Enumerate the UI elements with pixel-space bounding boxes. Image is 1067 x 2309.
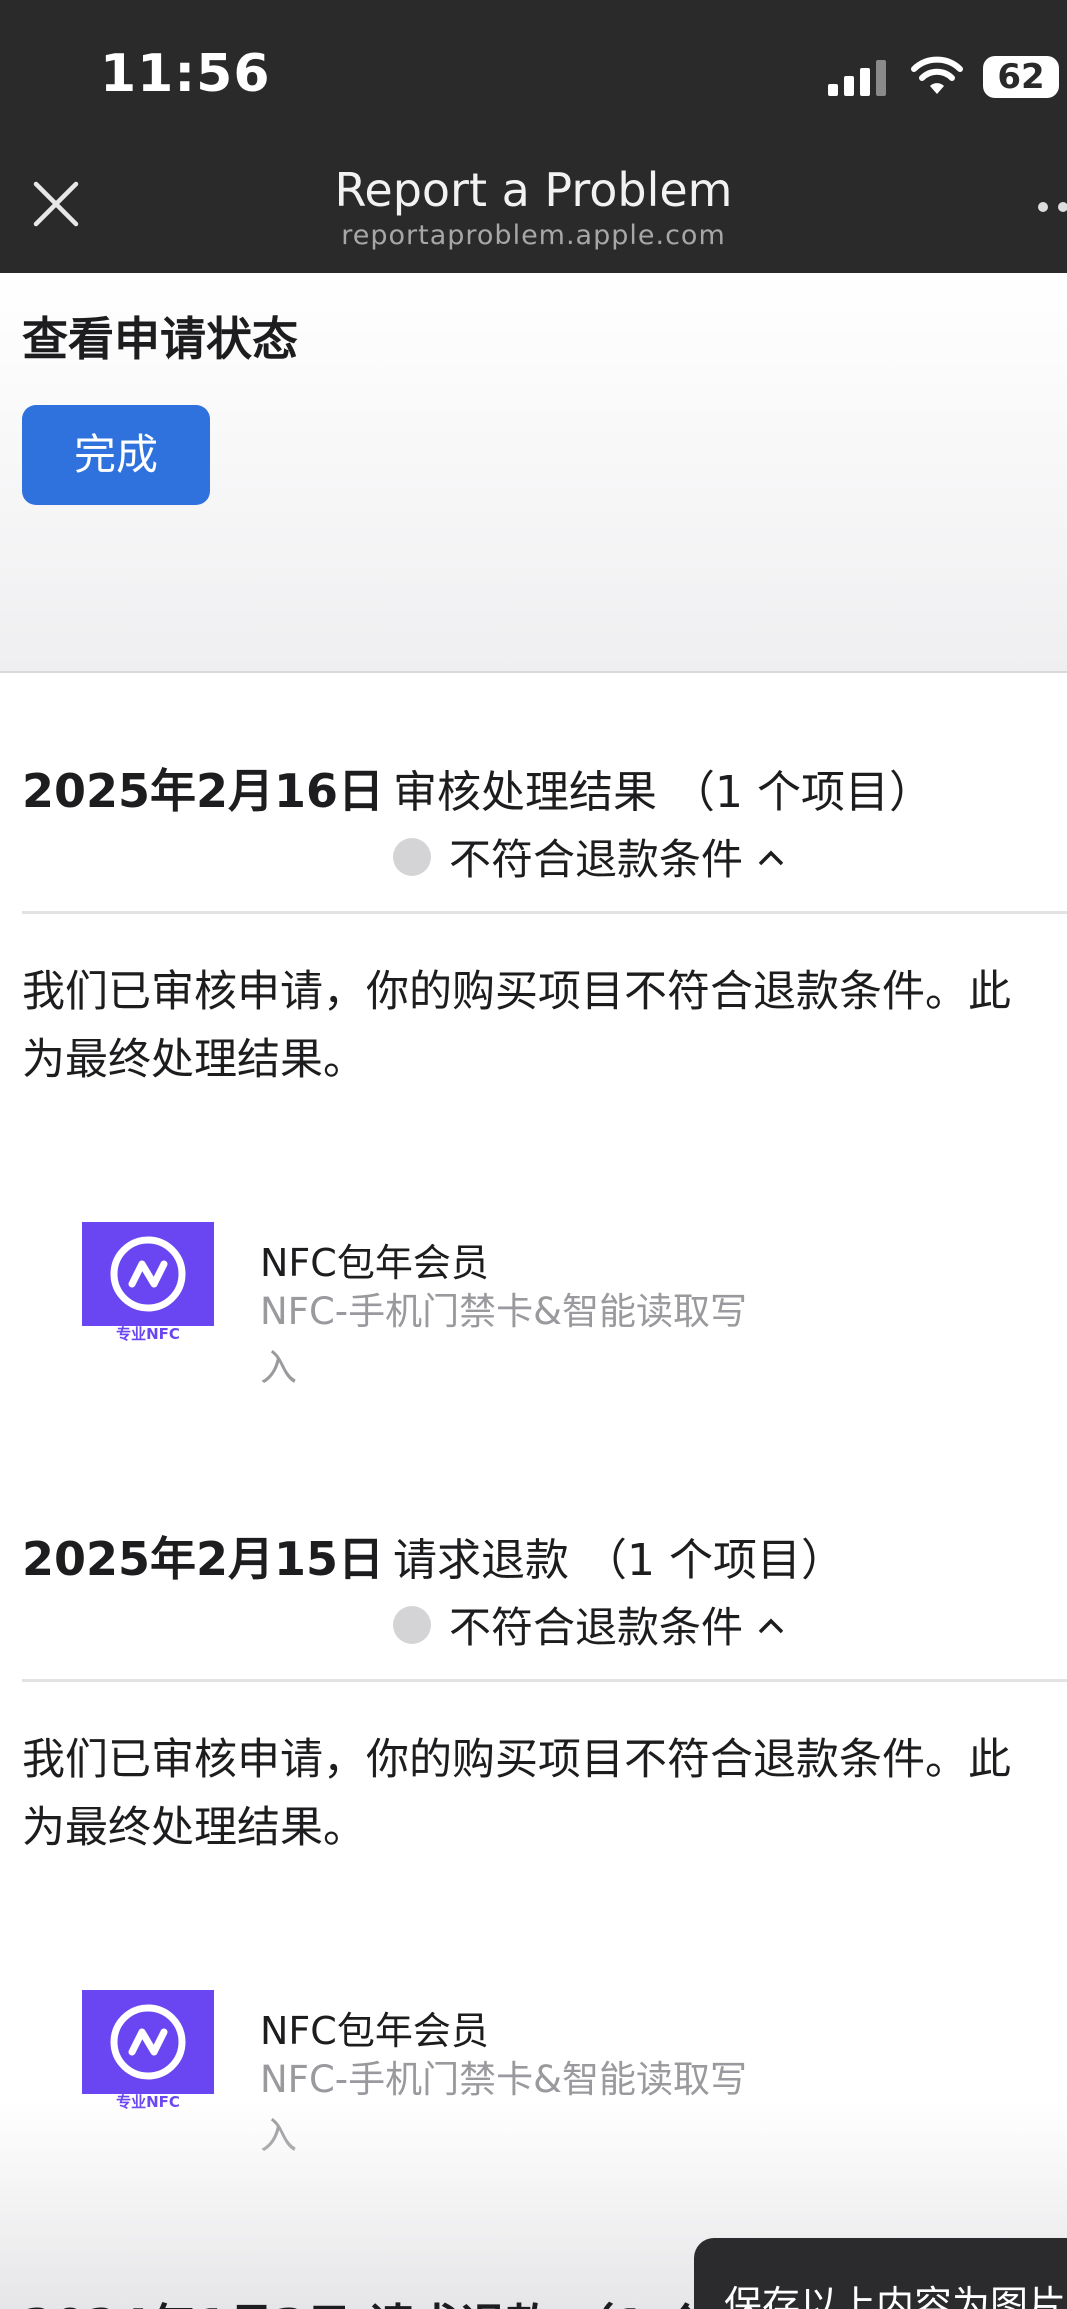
status-label: 不符合退款条件 xyxy=(449,835,744,884)
view-status-title: 查看申请状态 xyxy=(22,312,298,366)
chevron-up-icon xyxy=(758,1618,784,1633)
record-date: 2025年2月16日 xyxy=(22,764,385,818)
item-name: NFC包年会员 xyxy=(260,1241,489,1285)
item-description: NFC-手机门禁卡&智能读取写 xyxy=(260,1290,747,1333)
partial-record-heading: 2024年1月3日 请求退款 （1 个 xyxy=(22,2290,708,2309)
record-date: 2025年2月15日 xyxy=(22,1532,385,1586)
page-title-bar: Report a Problem xyxy=(334,163,733,217)
status-label: 不符合退款条件 xyxy=(449,1603,744,1652)
nfc-app-icon[interactable]: 专业NFC xyxy=(82,1990,214,2110)
item-name: NFC包年会员 xyxy=(260,2009,489,2053)
status-dot-icon xyxy=(393,837,431,876)
wifi-icon xyxy=(911,56,963,94)
divider xyxy=(22,1679,1067,1682)
battery-indicator: 62 xyxy=(983,56,1059,98)
icon-label: 专业NFC xyxy=(116,1325,180,1342)
record-message-line: 我们已审核申请，你的购买项目不符合退款条件。此 xyxy=(22,1735,1011,1785)
record-message-line: 为最终处理结果。 xyxy=(22,1803,366,1853)
divider xyxy=(22,911,1067,914)
more-options-icon[interactable] xyxy=(1036,200,1067,214)
record-action: 审核处理结果 （1 个项目） xyxy=(393,767,933,818)
record-message-line: 为最终处理结果。 xyxy=(22,1035,366,1085)
status-dot-icon xyxy=(393,1605,431,1644)
record-message-line: 我们已审核申请，你的购买项目不符合退款条件。此 xyxy=(22,967,1011,1017)
page-url: reportaproblem.apple.com xyxy=(341,220,726,251)
browser-top-bar: 11:56 62 Report a Problem reportaproblem… xyxy=(0,0,1067,273)
item-description: 入 xyxy=(260,1346,297,1389)
save-as-image-button[interactable]: 保存以上内容为图片 xyxy=(694,2238,1067,2309)
status-header: 查看申请状态 完成 xyxy=(0,273,1067,673)
chevron-up-icon xyxy=(758,850,784,865)
cellular-signal-icon xyxy=(828,60,886,96)
record-action: 请求退款 （1 个项目） xyxy=(393,1535,845,1586)
status-time: 11:56 xyxy=(100,44,271,104)
done-button[interactable]: 完成 xyxy=(22,405,210,505)
record-status[interactable]: 不符合退款条件 xyxy=(393,1594,785,1655)
nfc-app-icon[interactable]: 专业NFC xyxy=(82,1222,214,1342)
record-status[interactable]: 不符合退款条件 xyxy=(393,826,785,887)
